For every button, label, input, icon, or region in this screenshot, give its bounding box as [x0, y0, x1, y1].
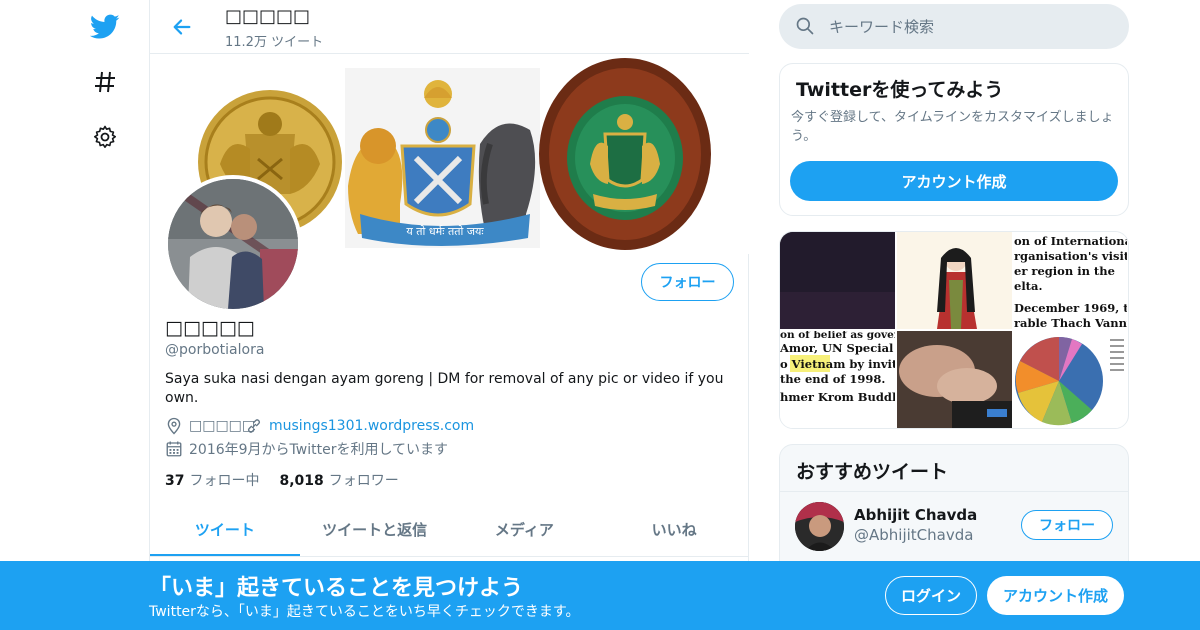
profile-name: □□□□□: [165, 317, 255, 339]
tab-media[interactable]: メディア: [450, 503, 600, 556]
website-link[interactable]: musings1301.wordpress.com: [269, 418, 474, 434]
header-tweet-count: 11.2万 ツイート: [225, 35, 324, 50]
gear-icon[interactable]: [90, 122, 120, 152]
doc-line: o Vietnam by invitati: [780, 357, 895, 371]
signup-banner-subtitle: Twitterなら、「いま」起きていることをいち早くチェックできます。: [149, 604, 580, 620]
search-input[interactable]: [829, 4, 1109, 49]
following-count: 37: [165, 473, 185, 489]
hashtag-icon[interactable]: [90, 67, 120, 97]
doc-line: er region in the: [1014, 264, 1115, 278]
doc-line: Amor, UN Special Rep: [780, 341, 895, 355]
banner-motto: य तो धर्मः ततो जयः: [406, 225, 484, 238]
media-thumbnail-document-bottom[interactable]: on of belief as governe Amor, UN Special…: [780, 331, 895, 428]
doc-line: elta.: [1014, 279, 1042, 293]
media-thumbnail-document-top[interactable]: on of International rganisation's visit …: [1012, 232, 1127, 329]
profile-website[interactable]: musings1301.wordpress.com: [245, 417, 474, 435]
left-nav: [0, 0, 150, 630]
profile-location: □□□□□: [165, 417, 255, 435]
location-pin-icon: [167, 417, 181, 435]
joined-text: 2016年9月からTwitterを利用しています: [189, 442, 449, 458]
followers-label: フォロワー: [328, 473, 399, 489]
twitter-bird-icon[interactable]: [90, 12, 120, 42]
doc-line: rable Thach Vanny,: [1014, 316, 1127, 329]
profile-bio: Saya suka nasi dengan ayam goreng | DM f…: [165, 371, 724, 406]
search-box[interactable]: [779, 4, 1129, 49]
tab-tweets[interactable]: ツイート: [150, 503, 300, 556]
recommended-user-row[interactable]: Abhijit Chavda @AbhijitChavda フォロー: [780, 491, 1128, 561]
doc-line: on of International: [1014, 234, 1127, 248]
search-icon: [796, 17, 814, 35]
doc-line: rganisation's visit to: [1014, 249, 1127, 263]
media-thumbnail-dark[interactable]: [780, 232, 895, 329]
followers-stat[interactable]: 8,018 フォロワー: [279, 470, 398, 490]
media-thumbnail-illustration[interactable]: [897, 232, 1012, 329]
create-account-button[interactable]: アカウント作成: [790, 161, 1118, 201]
recommended-user-avatar[interactable]: [795, 502, 844, 551]
recommended-tweets-card: おすすめツイート Abhijit Chavda @AbhijitChavda フ…: [779, 444, 1129, 564]
following-label: フォロー中: [189, 473, 260, 489]
calendar-icon: [166, 441, 182, 457]
media-grid: on of International rganisation's visit …: [779, 231, 1129, 429]
follow-button[interactable]: フォロー: [641, 263, 734, 301]
doc-line: December 1969, the: [1014, 301, 1127, 315]
doc-line: the end of 1998.: [780, 372, 885, 386]
back-arrow-icon[interactable]: [168, 13, 196, 41]
following-stat[interactable]: 37 フォロー中: [165, 470, 259, 490]
profile-joined: 2016年9月からTwitterを利用しています: [165, 439, 448, 459]
profile-avatar[interactable]: [164, 175, 302, 313]
emblem-image: [539, 54, 711, 254]
coat-of-arms-image: य तो धर्मः ततो जयः: [345, 68, 540, 248]
media-thumbnail-pie-chart[interactable]: [1012, 331, 1127, 428]
doc-line: hmer Krom Buddhis: [780, 390, 895, 404]
link-icon: [247, 419, 261, 433]
profile-tabs: ツイート ツイートと返信 メディア いいね: [150, 503, 749, 557]
signup-card-description: 今すぐ登録して、タイムラインをカスタマイズしましょう。: [791, 110, 1114, 144]
signup-card: Twitterを使ってみよう 今すぐ登録して、タイムラインをカスタマイズしましょ…: [779, 63, 1129, 216]
signup-banner-title: 「いま」起きていることを見つけよう: [149, 576, 524, 601]
header-name: □□□□□: [225, 6, 311, 27]
recommended-follow-button[interactable]: フォロー: [1021, 510, 1113, 540]
profile-header: □□□□□ 11.2万 ツイート: [150, 0, 749, 54]
media-thumbnail-photo[interactable]: [897, 331, 1012, 428]
profile-column: □□□□□ 11.2万 ツイート य तो धर्मः ततो जयः フォロー…: [149, 0, 749, 630]
profile-stats: 37 フォロー中 8,018 フォロワー: [165, 470, 419, 490]
signup-banner: 「いま」起きていることを見つけよう Twitterなら、「いま」起きていることを…: [0, 561, 1200, 630]
recommended-user-name[interactable]: Abhijit Chavda: [854, 506, 977, 524]
profile-handle: @porbotialora: [165, 342, 265, 358]
tab-likes[interactable]: いいね: [599, 503, 749, 556]
login-button[interactable]: ログイン: [885, 576, 977, 615]
signup-button[interactable]: アカウント作成: [987, 576, 1124, 615]
followers-count: 8,018: [279, 473, 324, 489]
tab-tweets-and-replies[interactable]: ツイートと返信: [300, 503, 450, 556]
recommended-user-handle: @AbhijitChavda: [854, 526, 974, 544]
signup-card-title: Twitterを使ってみよう: [796, 79, 1004, 101]
recommended-title: おすすめツイート: [796, 461, 949, 483]
doc-line: on of belief as governe: [780, 331, 895, 341]
